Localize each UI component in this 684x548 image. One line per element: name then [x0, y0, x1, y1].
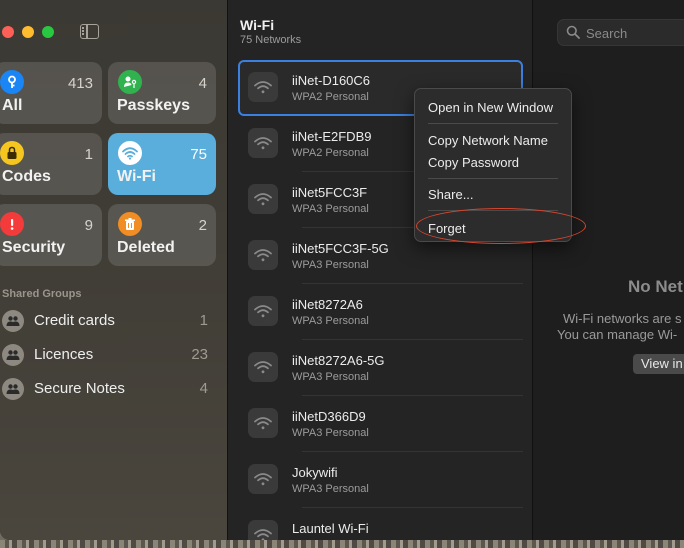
zoom-window-button[interactable]	[42, 26, 54, 38]
wifi-icon	[248, 72, 278, 102]
sidebar-toggle-icon[interactable]	[80, 24, 99, 39]
group-label: Secure Notes	[34, 380, 125, 397]
group-label: Licences	[34, 346, 94, 363]
tile-label: Codes	[2, 168, 51, 185]
people-icon	[2, 344, 24, 366]
group-count: 1	[199, 312, 208, 329]
wifi-icon	[248, 184, 278, 214]
trash-icon	[118, 212, 142, 236]
list-subtitle: 75 Networks	[240, 34, 302, 46]
category-tile-codes[interactable]: 1 Codes	[0, 133, 102, 195]
category-tile-deleted[interactable]: 2 Deleted	[108, 204, 216, 266]
empty-state-text: You can manage Wi-	[557, 327, 678, 342]
minimize-window-button[interactable]	[22, 26, 34, 38]
group-count: 23	[191, 346, 208, 363]
group-item-credit-cards[interactable]: Credit cards 1	[0, 306, 216, 336]
tile-label: All	[2, 97, 23, 114]
network-name: Launtel Wi-Fi	[292, 521, 369, 536]
people-icon	[2, 310, 24, 332]
person-key-icon	[118, 70, 142, 94]
network-name: iiNet8272A6-5G	[292, 353, 385, 368]
network-row[interactable]: Jokywifi WPA3 Personal	[238, 452, 523, 508]
network-security: WPA2 Personal	[292, 91, 369, 103]
key-icon	[0, 70, 24, 94]
wifi-icon	[118, 141, 142, 165]
exclamation-icon	[0, 212, 24, 236]
network-row[interactable]: iiNet8272A6 WPA3 Personal	[238, 284, 523, 340]
group-item-secure-notes[interactable]: Secure Notes 4	[0, 374, 216, 404]
menu-item-open-new-window[interactable]: Open in New Window	[428, 100, 553, 115]
category-tile-security[interactable]: 9 Security	[0, 204, 102, 266]
wifi-icon	[248, 296, 278, 326]
search-icon	[566, 25, 580, 44]
tile-count: 75	[190, 146, 207, 163]
menu-item-copy-network-name[interactable]: Copy Network Name	[428, 133, 548, 148]
network-row[interactable]: iiNetD366D9 WPA3 Personal	[238, 396, 523, 452]
network-name: iiNet-E2FDB9	[292, 129, 372, 144]
network-row[interactable]: iiNet8272A6-5G WPA3 Personal	[238, 340, 523, 396]
network-name: Jokywifi	[292, 465, 338, 480]
tile-label: Wi-Fi	[117, 168, 156, 185]
wifi-icon	[248, 240, 278, 270]
group-count: 4	[199, 380, 208, 397]
network-security: WPA3 Personal	[292, 259, 369, 271]
tile-count: 2	[198, 217, 207, 234]
detail-pane: No Net Wi-Fi networks are s You can mana…	[534, 0, 684, 540]
tile-label: Deleted	[117, 239, 175, 256]
category-tile-wifi[interactable]: 75 Wi-Fi	[108, 133, 216, 195]
tile-count: 4	[198, 75, 207, 92]
lock-clock-icon	[0, 141, 24, 165]
category-tile-passkeys[interactable]: 4 Passkeys	[108, 62, 216, 124]
tile-count: 1	[84, 146, 93, 163]
group-item-licences[interactable]: Licences 23	[0, 340, 216, 370]
wifi-icon	[248, 520, 278, 540]
tile-count: 9	[84, 217, 93, 234]
search-input[interactable]	[586, 24, 684, 42]
wifi-icon	[248, 408, 278, 438]
network-security: WPA3 Personal	[292, 427, 369, 439]
wifi-icon	[248, 128, 278, 158]
network-security: WPA3 Personal	[292, 315, 369, 327]
network-security: WPA2 Personal	[292, 147, 369, 159]
menu-item-copy-password[interactable]: Copy Password	[428, 155, 519, 170]
network-name: iiNet5FCC3F-5G	[292, 241, 389, 256]
category-tile-all[interactable]: 413 All	[0, 62, 102, 124]
network-security: WPA3 Personal	[292, 203, 369, 215]
network-name: iiNet5FCC3F	[292, 185, 368, 200]
desktop-background	[0, 540, 684, 548]
network-row[interactable]: Launtel Wi-Fi	[238, 508, 523, 540]
sidebar: 413 All 4 Passkeys 1 Codes 75 Wi-Fi 9 Se…	[0, 0, 228, 540]
close-window-button[interactable]	[2, 26, 14, 38]
menu-item-share[interactable]: Share...	[428, 187, 474, 202]
menu-divider	[428, 123, 558, 124]
view-in-button[interactable]: View in	[633, 354, 684, 374]
shared-groups-header: Shared Groups	[2, 288, 82, 300]
group-label: Credit cards	[34, 312, 115, 329]
network-name: iiNet-D160C6	[292, 73, 371, 88]
forget-highlight-annotation	[416, 208, 586, 244]
people-icon	[2, 378, 24, 400]
empty-state-text: Wi-Fi networks are s	[563, 311, 682, 326]
network-name: iiNetD366D9	[292, 409, 366, 424]
list-title: Wi-Fi	[240, 17, 275, 33]
tile-count: 413	[67, 75, 93, 92]
network-security: WPA3 Personal	[292, 483, 369, 495]
search-field[interactable]	[557, 19, 684, 46]
passwords-window: 413 All 4 Passkeys 1 Codes 75 Wi-Fi 9 Se…	[0, 0, 684, 540]
network-security: WPA3 Personal	[292, 371, 369, 383]
empty-state-title: No Net	[628, 277, 683, 296]
tile-label: Passkeys	[117, 97, 190, 114]
menu-divider	[428, 178, 558, 179]
network-list-pane: Wi-Fi 75 Networks iiNet-D160C6 WPA2 Pers…	[228, 0, 533, 540]
tile-label: Security	[2, 239, 66, 256]
wifi-icon	[248, 464, 278, 494]
network-name: iiNet8272A6	[292, 297, 363, 312]
wifi-icon	[248, 352, 278, 382]
